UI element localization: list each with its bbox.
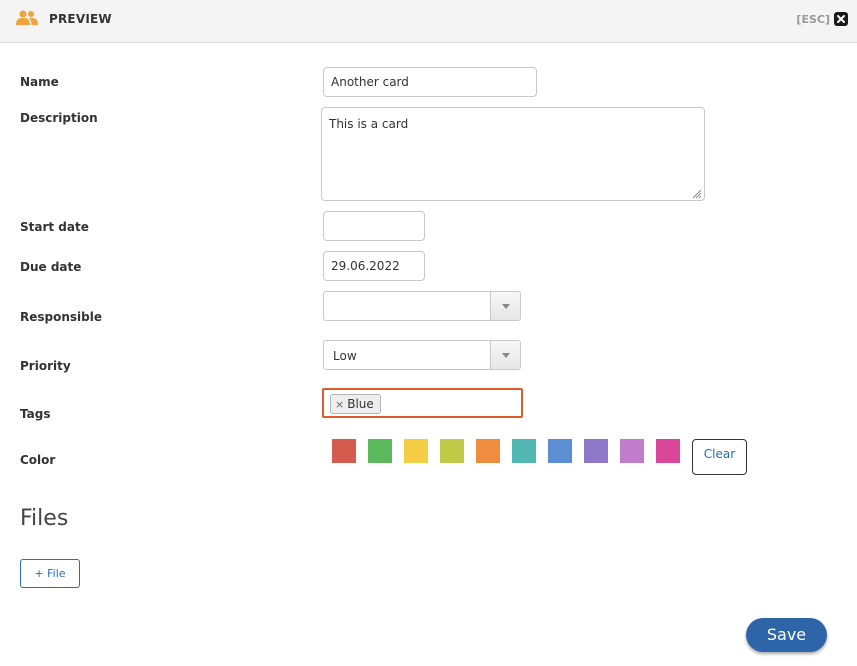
name-input[interactable] xyxy=(323,67,537,97)
responsible-select[interactable] xyxy=(323,291,521,321)
color-swatch[interactable] xyxy=(404,439,428,463)
tag-chip: × Blue xyxy=(330,394,381,414)
name-label: Name xyxy=(20,75,59,89)
resize-grip-icon[interactable] xyxy=(690,187,702,199)
esc-hint[interactable]: [ESC] xyxy=(796,13,830,26)
color-label: Color xyxy=(20,453,56,467)
color-swatch[interactable] xyxy=(548,439,572,463)
chevron-down-icon xyxy=(502,304,510,309)
tags-input[interactable]: × Blue xyxy=(322,388,523,418)
start-date-input[interactable] xyxy=(323,211,425,241)
start-date-label: Start date xyxy=(20,220,89,234)
priority-select[interactable]: Low xyxy=(323,340,521,370)
chevron-down-icon xyxy=(502,353,510,358)
priority-value: Low xyxy=(333,349,357,363)
color-swatch[interactable] xyxy=(512,439,536,463)
responsible-dropdown-toggle[interactable] xyxy=(490,292,520,320)
priority-dropdown-toggle[interactable] xyxy=(490,341,520,369)
description-label: Description xyxy=(20,111,98,125)
description-textarea[interactable]: This is a card xyxy=(321,107,705,201)
color-swatch[interactable] xyxy=(584,439,608,463)
remove-tag-icon[interactable]: × xyxy=(335,398,344,411)
add-file-button[interactable]: + File xyxy=(20,559,80,588)
tags-label: Tags xyxy=(20,407,51,421)
due-date-input[interactable] xyxy=(323,251,425,281)
color-swatch[interactable] xyxy=(476,439,500,463)
responsible-label: Responsible xyxy=(20,310,102,324)
color-swatch[interactable] xyxy=(656,439,680,463)
files-heading: Files xyxy=(20,506,69,531)
color-swatch[interactable] xyxy=(620,439,644,463)
close-icon xyxy=(837,15,845,23)
modal-header: PREVIEW [ESC] xyxy=(0,0,857,43)
close-button[interactable] xyxy=(834,12,848,26)
due-date-label: Due date xyxy=(20,260,82,274)
modal-title: PREVIEW xyxy=(49,12,112,26)
users-icon xyxy=(16,10,38,25)
priority-label: Priority xyxy=(20,359,71,373)
color-swatch[interactable] xyxy=(440,439,464,463)
color-swatch[interactable] xyxy=(332,439,356,463)
tag-label: Blue xyxy=(347,397,374,411)
save-button[interactable]: Save xyxy=(746,618,827,652)
clear-color-button[interactable]: Clear xyxy=(692,439,747,475)
color-swatch[interactable] xyxy=(368,439,392,463)
